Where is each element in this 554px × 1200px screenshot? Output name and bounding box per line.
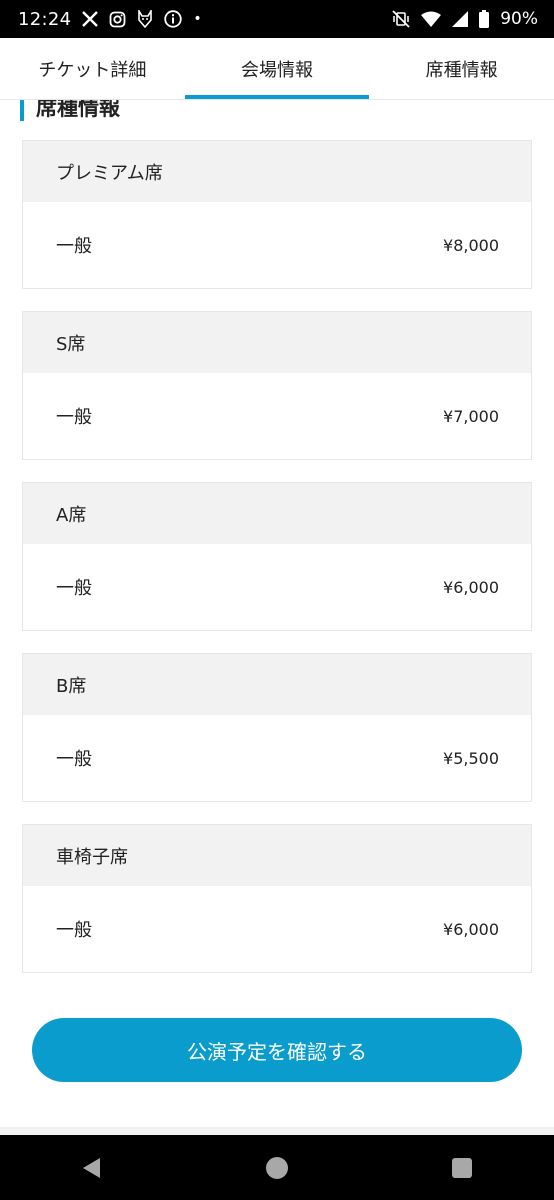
seat-price-row: 一般 ¥8,000 [23, 202, 531, 288]
seat-card: 車椅子席 一般 ¥6,000 [22, 824, 532, 973]
seat-type: 一般 [56, 578, 92, 599]
seat-price: ¥6,000 [443, 577, 499, 597]
tab-seat-info[interactable]: 席種情報 [369, 38, 554, 99]
seat-price-row: 一般 ¥6,000 [23, 544, 531, 630]
status-bar: 12:24 • 90% [0, 0, 554, 38]
seat-card: S席 一般 ¥7,000 [22, 311, 532, 460]
seat-card: A席 一般 ¥6,000 [22, 482, 532, 631]
back-triangle-icon [83, 1157, 101, 1178]
home-button[interactable] [247, 1138, 307, 1198]
system-nav-bar [0, 1135, 554, 1200]
fox-app-icon [137, 10, 153, 28]
confirm-schedule-button[interactable]: 公演予定を確認する [32, 1018, 522, 1082]
status-time: 12:24 [18, 8, 72, 30]
seat-price: ¥7,000 [443, 406, 499, 426]
status-bar-left: 12:24 • [18, 9, 202, 30]
seat-card: B席 一般 ¥5,500 [22, 653, 532, 802]
tab-bar: チケット詳細 会場情報 席種情報 [0, 38, 554, 100]
recents-square-icon [451, 1157, 472, 1178]
seat-type: 一般 [56, 407, 92, 428]
info-icon [164, 10, 183, 28]
seat-price: ¥6,000 [443, 919, 499, 939]
seat-price-row: 一般 ¥7,000 [23, 373, 531, 459]
seat-name: A席 [23, 483, 531, 544]
section-title: 席種情報 [36, 100, 120, 120]
seat-type: 一般 [56, 920, 92, 941]
section-heading: 席種情報 [20, 100, 120, 122]
tab-venue-info[interactable]: 会場情報 [184, 38, 370, 99]
seat-type: 一般 [56, 749, 92, 770]
battery-percent: 90% [500, 9, 538, 29]
seat-list: プレミアム席 一般 ¥8,000 S席 一般 ¥7,000 A席 一般 ¥6,0… [22, 140, 532, 995]
seat-price: ¥8,000 [443, 235, 499, 255]
seat-name: 車椅子席 [23, 825, 531, 886]
seat-name: プレミアム席 [23, 141, 531, 202]
tab-ticket-details[interactable]: チケット詳細 [0, 38, 185, 99]
instagram-icon [109, 11, 126, 28]
seat-card: プレミアム席 一般 ¥8,000 [22, 140, 532, 289]
back-button[interactable] [62, 1138, 122, 1198]
home-circle-icon [265, 1156, 288, 1179]
battery-icon [479, 10, 490, 28]
seat-name: B席 [23, 654, 531, 715]
signal-icon [452, 11, 469, 27]
wifi-icon [421, 11, 442, 27]
seat-type: 一般 [56, 236, 92, 257]
x-logo-icon [82, 11, 99, 27]
recents-button[interactable] [432, 1138, 492, 1198]
status-bar-right: 90% [392, 9, 538, 29]
seat-price-row: 一般 ¥5,500 [23, 715, 531, 801]
seat-price-row: 一般 ¥6,000 [23, 886, 531, 972]
notification-dot: • [193, 11, 202, 27]
vibrate-off-icon [392, 10, 410, 28]
main-content: 席種情報 プレミアム席 一般 ¥8,000 S席 一般 ¥7,000 A席 一般… [0, 100, 554, 1127]
seat-price: ¥5,500 [443, 748, 499, 768]
section-heading-bar [20, 100, 24, 121]
seat-name: S席 [23, 312, 531, 373]
